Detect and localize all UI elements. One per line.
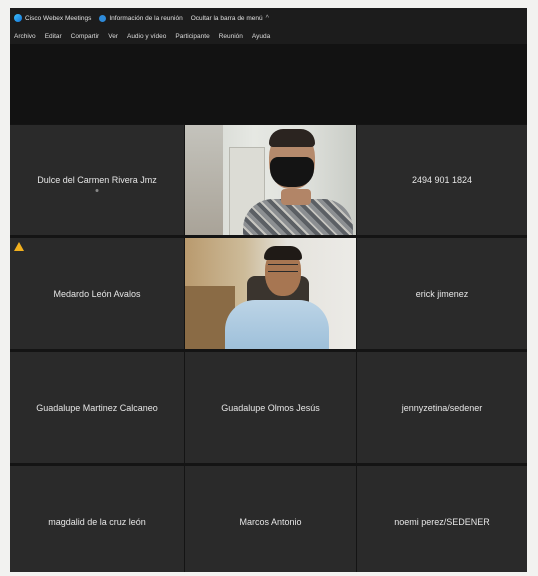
meeting-info-button[interactable]: Información de la reunión (99, 14, 183, 22)
participant-grid: Dulce del Carmen Rivera Jmz 2494 901 182… (10, 125, 527, 572)
menu-item-editar[interactable]: Editar (45, 33, 62, 40)
participant-tile[interactable]: jennyzetina/sedener (357, 352, 527, 463)
participant-name: magdalid de la cruz león (48, 516, 146, 527)
participant-tile[interactable]: 2494 901 1824 (357, 125, 527, 235)
participant-tile[interactable]: magdalid de la cruz león (10, 466, 184, 572)
participant-video-tile[interactable] (185, 238, 356, 349)
app-name: Cisco Webex Meetings (25, 14, 92, 22)
meeting-info-label: Información de la reunión (109, 14, 183, 22)
participant-name: noemi perez/SEDENER (394, 516, 490, 527)
participant-tile[interactable]: erick jimenez (357, 238, 527, 349)
hide-menu-label: Ocultar la barra de menú (190, 14, 263, 22)
chevron-up-icon: ^ (265, 14, 269, 22)
menu-item-archivo[interactable]: Archivo (14, 33, 36, 40)
stage-area (10, 44, 527, 124)
participant-name: 2494 901 1824 (411, 175, 473, 185)
warning-icon (14, 242, 24, 251)
webex-meeting-window: Cisco Webex Meetings Información de la r… (10, 8, 527, 572)
title-bar: Cisco Webex Meetings Información de la r… (10, 8, 527, 28)
hide-menu-button[interactable]: Ocultar la barra de menú ^ (191, 15, 269, 22)
participant-hair (264, 246, 302, 260)
participant-hair (269, 129, 315, 147)
menu-item-ayuda[interactable]: Ayuda (252, 33, 270, 40)
participant-tile[interactable]: Guadalupe Olmos Jesús (185, 352, 356, 463)
webex-icon (14, 14, 22, 22)
participant-name: erick jimenez (415, 288, 469, 299)
menu-item-audio-video[interactable]: Audio y vídeo (127, 33, 166, 40)
participant-name: jennyzetina/sedener (401, 402, 483, 413)
background-shelf (185, 125, 223, 235)
participant-name: Marcos Antonio (239, 516, 302, 527)
participant-neck (281, 189, 311, 205)
participant-name: Dulce del Carmen Rivera Jmz (37, 175, 157, 185)
participant-name: Guadalupe Martinez Calcaneo (36, 402, 158, 413)
participant-tile[interactable]: Dulce del Carmen Rivera Jmz (10, 125, 184, 235)
participant-video-tile[interactable] (185, 125, 356, 235)
face-mask (270, 157, 314, 187)
participant-tile[interactable]: Guadalupe Martinez Calcaneo (10, 352, 184, 463)
menu-item-reunion[interactable]: Reunión (219, 33, 243, 40)
menu-item-compartir[interactable]: Compartir (71, 33, 100, 40)
participant-tile[interactable]: noemi perez/SEDENER (357, 466, 527, 572)
participant-name: Medardo León Avalos (53, 288, 141, 299)
participant-tile[interactable]: Medardo León Avalos (10, 238, 184, 349)
app-title: Cisco Webex Meetings (14, 14, 91, 22)
menu-item-participante[interactable]: Participante (175, 33, 209, 40)
menu-bar: Archivo Editar Compartir Ver Audio y víd… (10, 28, 527, 44)
participant-glasses (268, 264, 298, 272)
participant-name: Guadalupe Olmos Jesús (221, 402, 320, 413)
info-icon (99, 14, 107, 22)
menu-item-ver[interactable]: Ver (108, 33, 118, 40)
participant-body (225, 300, 329, 349)
mic-status-icon (95, 189, 99, 192)
participant-tile[interactable]: Marcos Antonio (185, 466, 356, 572)
